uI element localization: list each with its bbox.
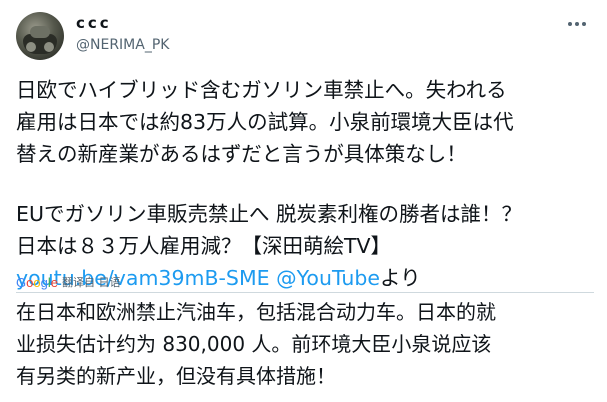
translated-line: 在日本和欧洲禁止汽油车，包括混合动力车。日本的就 (16, 300, 496, 324)
author-display-name[interactable]: ccc (76, 14, 112, 32)
divider (16, 292, 594, 293)
tweet-line: EUでガソリン車販売禁止へ 脱炭素利権の勝者は誰！？ (16, 202, 522, 226)
translation-attribution: Google 翻译自 日语 (16, 274, 120, 290)
more-options-button[interactable] (565, 14, 589, 34)
tweet-text: 日欧でハイブリッド含むガソリン車禁止へ。失われる 雇用は日本では約83万人の試算… (16, 74, 594, 294)
youtube-mention-link[interactable]: @YouTube (276, 266, 380, 290)
google-logo: Google (16, 274, 58, 290)
author-handle[interactable]: @NERIMA_PK (76, 37, 169, 53)
more-horizontal-icon (568, 22, 586, 26)
link-suffix: より (379, 266, 421, 290)
translate-label[interactable]: 翻译自 日语 (62, 274, 121, 290)
tweet-line: 替えの新産業があるはずだと言うが具体策なし！ (16, 142, 467, 166)
translated-text: 在日本和欧洲禁止汽油车，包括混合动力车。日本的就 业损失估计约为 830,000… (16, 296, 594, 392)
translated-line: 业损失估计约为 830,000 人。前环境大臣小泉说应该 (16, 332, 492, 356)
tweet-card: ccc @NERIMA_PK 日欧でハイブリッド含むガソリン車禁止へ。失われる … (0, 0, 607, 402)
tweet-line: 日欧でハイブリッド含むガソリン車禁止へ。失われる (16, 78, 507, 102)
tweet-line: 雇用は日本では約83万人の試算。小泉前環境大臣は代 (16, 110, 514, 134)
avatar[interactable] (16, 12, 64, 60)
tweet-line: 日本は８３万人雇用減？【深田萌絵TV】 (16, 234, 392, 258)
translated-line: 有另类的新产业，但没有具体措施！ (16, 364, 336, 388)
